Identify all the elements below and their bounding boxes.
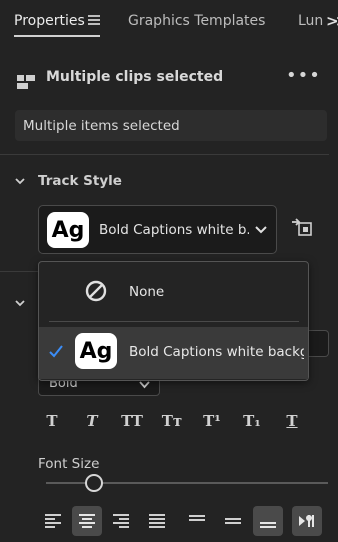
dropdown-option-none[interactable]: None <box>129 284 164 300</box>
track-style-title: Track Style <box>38 173 122 189</box>
none-circle-slash-icon <box>85 280 107 302</box>
active-tab-indicator <box>14 35 100 37</box>
underline-button[interactable]: T <box>278 412 306 436</box>
chevron-down-icon[interactable] <box>15 298 25 308</box>
style-preview-badge: Ag <box>47 212 89 248</box>
subscript-button[interactable]: T₁ <box>238 412 266 436</box>
align-middle-button[interactable] <box>218 506 248 536</box>
track-style-dropdown: None Ag Bold Captions white backgr... <box>38 261 309 381</box>
track-style-select[interactable]: Ag Bold Captions white b... <box>38 205 277 254</box>
faux-bold-button[interactable]: T <box>38 412 66 436</box>
section-divider <box>0 271 38 272</box>
align-top-icon <box>189 515 205 521</box>
font-field-edge[interactable] <box>309 330 329 357</box>
panel-tab-bar: Properties Graphics Templates Lun >> <box>0 0 338 42</box>
align-bottom-button[interactable] <box>253 506 283 536</box>
tab-lumetri[interactable]: Lun <box>298 13 323 29</box>
faux-italic-button[interactable]: T <box>78 412 106 436</box>
font-size-slider-thumb[interactable] <box>84 474 103 492</box>
justify-button[interactable] <box>142 506 172 536</box>
align-right-button[interactable] <box>106 506 136 536</box>
right-to-left-paragraph-icon <box>299 515 314 527</box>
selection-title: Multiple clips selected <box>46 69 224 85</box>
double-chevron-right-icon[interactable]: >> <box>326 12 338 30</box>
selection-name-field[interactable]: Multiple items selected <box>15 110 327 141</box>
align-left-button[interactable] <box>38 506 68 536</box>
all-caps-button[interactable]: TT <box>118 412 146 436</box>
style-preview-badge: Ag <box>75 333 117 369</box>
align-middle-icon <box>225 518 241 524</box>
dropdown-option-label: Bold Captions white backgr... <box>129 344 304 360</box>
dropdown-separator <box>49 321 299 322</box>
superscript-button[interactable]: T¹ <box>198 412 226 436</box>
track-style-value: Bold Captions white b... <box>99 222 249 238</box>
checkmark-icon <box>49 345 63 358</box>
push-to-track-icon[interactable] <box>291 218 313 238</box>
tab-properties[interactable]: Properties <box>14 13 85 29</box>
tab-graphics-templates[interactable]: Graphics Templates <box>128 13 265 29</box>
chevron-down-icon[interactable] <box>15 176 25 186</box>
font-size-label: Font Size <box>38 456 100 472</box>
align-top-button[interactable] <box>182 506 212 536</box>
hamburger-menu-icon[interactable] <box>88 15 100 25</box>
align-bottom-icon <box>260 522 276 528</box>
small-caps-button[interactable]: Tт <box>158 412 186 436</box>
justify-icon <box>149 514 165 528</box>
section-divider <box>0 154 329 155</box>
dropdown-option-bold-captions[interactable]: Ag Bold Captions white backgr... <box>39 327 308 379</box>
align-center-button[interactable] <box>72 506 102 536</box>
ellipsis-icon[interactable]: ••• <box>286 65 321 86</box>
multiple-clips-icon <box>17 75 35 89</box>
chevron-down-icon <box>255 226 267 234</box>
align-left-icon <box>45 514 61 528</box>
align-center-icon <box>79 514 95 528</box>
align-right-icon <box>113 514 129 528</box>
text-direction-button[interactable] <box>292 506 322 536</box>
